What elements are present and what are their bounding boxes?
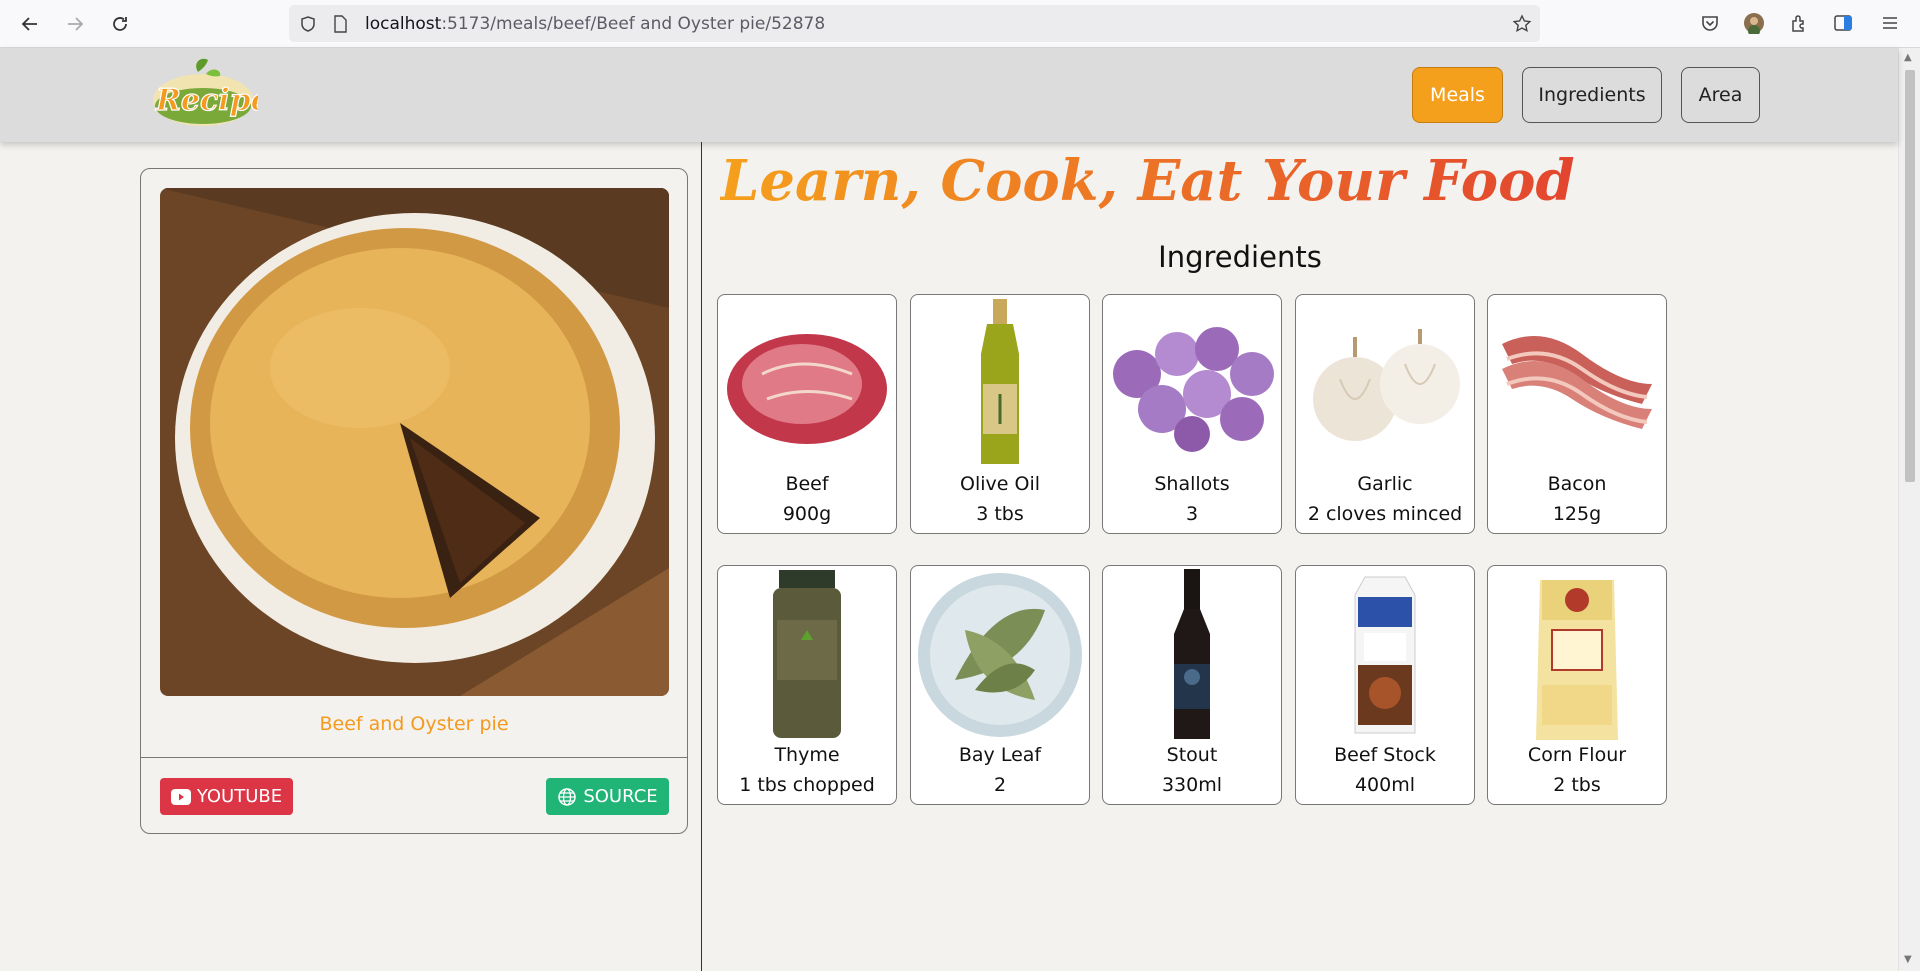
ingredient-name: Bay Leaf: [958, 744, 1042, 766]
ingredient-name: Shallots: [1154, 473, 1230, 495]
pocket-icon[interactable]: [1698, 11, 1722, 35]
ingredient-measure: 400ml: [1354, 774, 1416, 796]
nav-ingredients-button[interactable]: Ingredients: [1522, 67, 1662, 123]
ingredient-measure: 125g: [1552, 503, 1602, 525]
ingredient-card[interactable]: Bacon 125g: [1487, 294, 1667, 534]
sidebar-toggle-icon[interactable]: [1831, 11, 1855, 35]
back-button[interactable]: [14, 8, 46, 40]
recipe-logo[interactable]: Recipe: [148, 54, 270, 134]
browser-toolbar: localhost:5173/meals/beef/Beef and Oyste…: [0, 0, 1920, 48]
youtube-label: YOUTUBE: [196, 786, 283, 807]
nav-meals-button[interactable]: Meals: [1412, 67, 1503, 123]
bay-leaf-image: [911, 566, 1089, 744]
url-text[interactable]: localhost:5173/meals/beef/Beef and Oyste…: [365, 14, 825, 34]
beef-image: [718, 295, 896, 473]
ingredient-measure: 2 cloves minced: [1307, 503, 1463, 525]
card-divider: [141, 757, 687, 758]
ingredient-card[interactable]: Beef 900g: [717, 294, 897, 534]
forward-button[interactable]: [59, 8, 91, 40]
ingredient-card[interactable]: Bay Leaf 2: [910, 565, 1090, 805]
source-button[interactable]: SOURCE: [546, 778, 669, 815]
meal-image: [160, 188, 669, 696]
globe-icon: [558, 787, 577, 806]
bacon-image: [1488, 295, 1666, 473]
scroll-down-icon[interactable]: ▼: [1904, 954, 1912, 965]
address-bar[interactable]: localhost:5173/meals/beef/Beef and Oyste…: [289, 5, 1540, 42]
ingredient-name: Garlic: [1357, 473, 1413, 495]
ingredient-card[interactable]: Thyme 1 tbs chopped: [717, 565, 897, 805]
shield-icon[interactable]: [297, 13, 319, 35]
ingredient-card[interactable]: Corn Flour 2 tbs: [1487, 565, 1667, 805]
ingredient-name: Bacon: [1547, 473, 1607, 495]
nav-area-button[interactable]: Area: [1681, 67, 1760, 123]
menu-icon[interactable]: [1878, 11, 1902, 35]
ingredient-card[interactable]: Beef Stock 400ml: [1295, 565, 1475, 805]
ingredient-measure: 1 tbs chopped: [739, 774, 875, 796]
ingredient-name: Beef: [785, 473, 829, 495]
ingredient-name: Stout: [1166, 744, 1218, 766]
source-label: SOURCE: [583, 786, 658, 807]
ingredient-name: Beef Stock: [1334, 744, 1436, 766]
extensions-icon[interactable]: [1787, 11, 1811, 35]
thyme-image: [718, 566, 896, 744]
logo-icon: Recipe: [153, 58, 270, 126]
ingredient-measure: 2: [993, 774, 1007, 796]
ingredient-measure: 3: [1185, 503, 1199, 525]
account-avatar-icon[interactable]: [1742, 11, 1766, 35]
page-scrollbar[interactable]: ▲ ▼: [1898, 48, 1920, 971]
bookmark-star-icon[interactable]: [1511, 13, 1533, 35]
vertical-divider: [701, 142, 702, 971]
ingredient-measure: 900g: [782, 503, 832, 525]
garlic-image: [1296, 295, 1474, 473]
ingredient-measure: 3 tbs: [976, 503, 1024, 525]
url-path: :5173/meals/beef/Beef and Oyster pie/528…: [441, 14, 826, 34]
olive-oil-image: [911, 295, 1089, 473]
meal-card: Beef and Oyster pie YOUTUBE SOURCE: [140, 168, 688, 834]
ingredient-card[interactable]: Shallots 3: [1102, 294, 1282, 534]
url-host: localhost: [365, 14, 442, 34]
corn-flour-image: [1488, 566, 1666, 744]
ingredient-card[interactable]: Garlic 2 cloves minced: [1295, 294, 1475, 534]
ingredient-measure: 330ml: [1161, 774, 1223, 796]
youtube-icon: [170, 788, 191, 805]
beef-stock-image: [1296, 566, 1474, 744]
ingredients-heading: Ingredients: [1158, 240, 1322, 274]
shallots-image: [1103, 295, 1281, 473]
meal-photo-icon: [160, 188, 669, 696]
logo-text: Recipe: [155, 83, 258, 118]
meal-name: Beef and Oyster pie: [319, 713, 509, 735]
back-arrow-icon: [21, 17, 37, 31]
reload-button[interactable]: [104, 8, 136, 40]
app-header: Recipe Meals Ingredients Area: [0, 48, 1898, 142]
ingredient-card[interactable]: Olive Oil 3 tbs: [910, 294, 1090, 534]
stout-image: [1103, 566, 1281, 744]
scroll-thumb[interactable]: [1905, 70, 1915, 482]
youtube-button[interactable]: YOUTUBE: [160, 778, 293, 815]
ingredient-card[interactable]: Stout 330ml: [1102, 565, 1282, 805]
ingredient-measure: 2 tbs: [1553, 774, 1601, 796]
reload-icon: [113, 17, 127, 31]
ingredient-name: Thyme: [774, 744, 840, 766]
scroll-up-icon[interactable]: ▲: [1904, 52, 1912, 63]
ingredient-name: Olive Oil: [960, 473, 1040, 495]
page-icon[interactable]: [329, 13, 351, 35]
forward-arrow-icon: [68, 17, 84, 31]
hero-title: Learn, Cook, Eat Your Food: [720, 148, 1575, 214]
ingredient-name: Corn Flour: [1527, 744, 1627, 766]
